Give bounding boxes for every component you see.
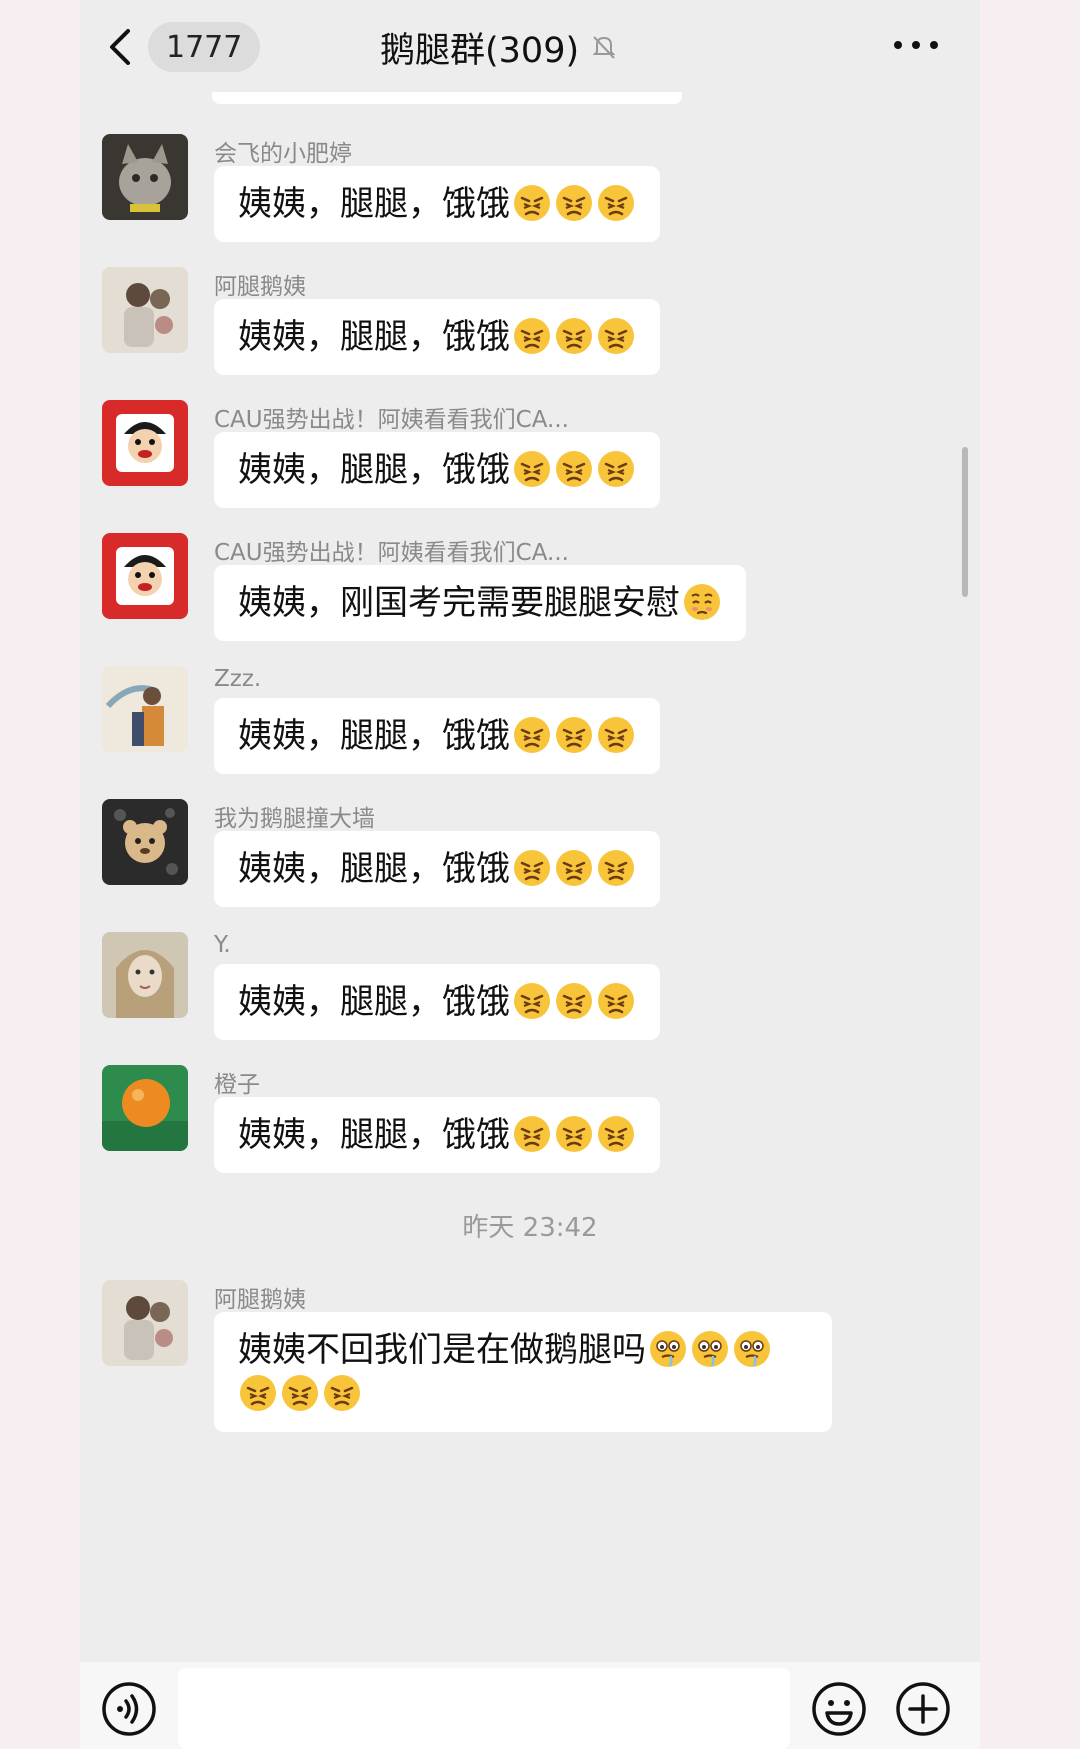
message-text: 姨姨，腿腿，饿饿 <box>238 317 510 357</box>
angry-face-emoji-icon <box>554 715 594 755</box>
avatar-bear[interactable] <box>102 799 188 885</box>
more-options-button[interactable] <box>894 28 938 62</box>
angry-face-emoji-icon <box>554 183 594 223</box>
angry-face-emoji-icon <box>238 1373 278 1413</box>
angry-face-emoji-icon <box>554 316 594 356</box>
angry-face-emoji-icon <box>554 981 594 1021</box>
message-bubble[interactable]: 姨姨，刚国考完需要腿腿安慰 <box>214 565 746 641</box>
input-bar <box>80 1662 980 1749</box>
emoji-picker-button[interactable] <box>810 1680 868 1738</box>
voice-input-button[interactable] <box>100 1680 158 1738</box>
partial-message-bubble <box>212 92 682 104</box>
angry-face-emoji-icon <box>512 981 552 1021</box>
angry-face-emoji-icon <box>554 848 594 888</box>
avatar-couple[interactable] <box>102 267 188 353</box>
pleading-face-emoji-icon <box>682 582 722 622</box>
angry-face-emoji-icon <box>512 848 552 888</box>
message-bubble[interactable]: 姨姨，腿腿，饿饿 <box>214 698 660 774</box>
avatar-orange[interactable] <box>102 1065 188 1151</box>
avatar-cat[interactable] <box>102 134 188 220</box>
message-bubble[interactable]: 姨姨，腿腿，饿饿 <box>214 166 660 242</box>
scrollbar[interactable] <box>962 447 968 597</box>
chat-title: 鹅腿群(309) <box>380 30 580 71</box>
chat-screen: 1777 鹅腿群(309) 会飞的小肥婷 姨姨，腿腿，饿饿 阿腿鹅姨 姨姨，腿腿… <box>80 0 980 1749</box>
angry-face-emoji-icon <box>596 715 636 755</box>
message-text: 姨姨，腿腿，饿饿 <box>238 450 510 490</box>
message-text: 姨姨，腿腿，饿饿 <box>238 1115 510 1155</box>
sender-name: 阿腿鹅姨 <box>214 1287 306 1313</box>
angry-face-emoji-icon <box>596 449 636 489</box>
more-dot-icon <box>894 41 902 49</box>
sender-name: CAU强势出战！阿姨看看我们CA... <box>214 407 569 433</box>
sender-name: Y. <box>214 932 231 958</box>
message-bubble[interactable]: 姨姨，腿腿，饿饿 <box>214 299 660 375</box>
sender-name: CAU强势出战！阿姨看看我们CA... <box>214 540 569 566</box>
message-input[interactable] <box>178 1668 790 1749</box>
muted-bell-icon <box>592 36 616 59</box>
message-text: 姨姨，腿腿，饿饿 <box>238 716 510 756</box>
sender-name: 阿腿鹅姨 <box>214 274 306 300</box>
angry-face-emoji-icon <box>512 1114 552 1154</box>
plus-circle-icon <box>896 1682 950 1736</box>
message-text: 姨姨不回我们是在做鹅腿吗 <box>238 1330 646 1370</box>
drooling-face-emoji-icon <box>732 1329 772 1369</box>
sender-name: Zzz. <box>214 666 262 692</box>
smiley-icon <box>812 1682 866 1736</box>
avatar-cartoon-boy[interactable] <box>102 533 188 619</box>
more-functions-button[interactable] <box>894 1680 952 1738</box>
message-text: 姨姨，腿腿，饿饿 <box>238 849 510 889</box>
angry-face-emoji-icon <box>512 715 552 755</box>
angry-face-emoji-icon <box>596 1114 636 1154</box>
avatar-cartoon-boy[interactable] <box>102 400 188 486</box>
angry-face-emoji-icon <box>596 316 636 356</box>
time-divider: 昨天 23:42 <box>462 1213 598 1243</box>
message-bubble[interactable]: 姨姨，腿腿，饿饿 <box>214 831 660 907</box>
sender-name: 会飞的小肥婷 <box>214 141 352 167</box>
message-bubble[interactable]: 姨姨，腿腿，饿饿 <box>214 1097 660 1173</box>
drooling-face-emoji-icon <box>648 1329 688 1369</box>
angry-face-emoji-icon <box>596 848 636 888</box>
message-list[interactable]: 会飞的小肥婷 姨姨，腿腿，饿饿 阿腿鹅姨 姨姨，腿腿，饿饿 CAU强势出战！阿姨… <box>80 92 980 1662</box>
message-text: 姨姨，刚国考完需要腿腿安慰 <box>238 583 680 623</box>
angry-face-emoji-icon <box>512 183 552 223</box>
angry-face-emoji-icon <box>596 183 636 223</box>
top-bar: 1777 鹅腿群(309) <box>80 0 980 92</box>
chevron-left-icon <box>110 29 130 65</box>
sender-name: 橙子 <box>214 1072 260 1098</box>
message-bubble[interactable]: 姨姨，腿腿，饿饿 <box>214 964 660 1040</box>
angry-face-emoji-icon <box>512 316 552 356</box>
angry-face-emoji-icon <box>554 1114 594 1154</box>
message-text: 姨姨，腿腿，饿饿 <box>238 184 510 224</box>
unread-count-badge: 1777 <box>148 22 261 72</box>
angry-face-emoji-icon <box>512 449 552 489</box>
angry-face-emoji-icon <box>322 1373 362 1413</box>
angry-face-emoji-icon <box>596 981 636 1021</box>
more-dot-icon <box>930 41 938 49</box>
message-bubble[interactable]: 姨姨不回我们是在做鹅腿吗 <box>214 1312 832 1432</box>
message-text: 姨姨，腿腿，饿饿 <box>238 982 510 1022</box>
sender-name: 我为鹅腿撞大墙 <box>214 806 375 832</box>
message-bubble[interactable]: 姨姨，腿腿，饿饿 <box>214 432 660 508</box>
angry-face-emoji-icon <box>280 1373 320 1413</box>
angry-face-emoji-icon <box>554 449 594 489</box>
more-dot-icon <box>912 41 920 49</box>
avatar-girl[interactable] <box>102 932 188 1018</box>
avatar-couple[interactable] <box>102 1280 188 1366</box>
chat-title-area: 鹅腿群(309) <box>380 22 619 72</box>
voice-icon <box>102 1682 156 1736</box>
avatar-illustration[interactable] <box>102 666 188 752</box>
back-button[interactable]: 1777 <box>106 22 261 72</box>
drooling-face-emoji-icon <box>690 1329 730 1369</box>
